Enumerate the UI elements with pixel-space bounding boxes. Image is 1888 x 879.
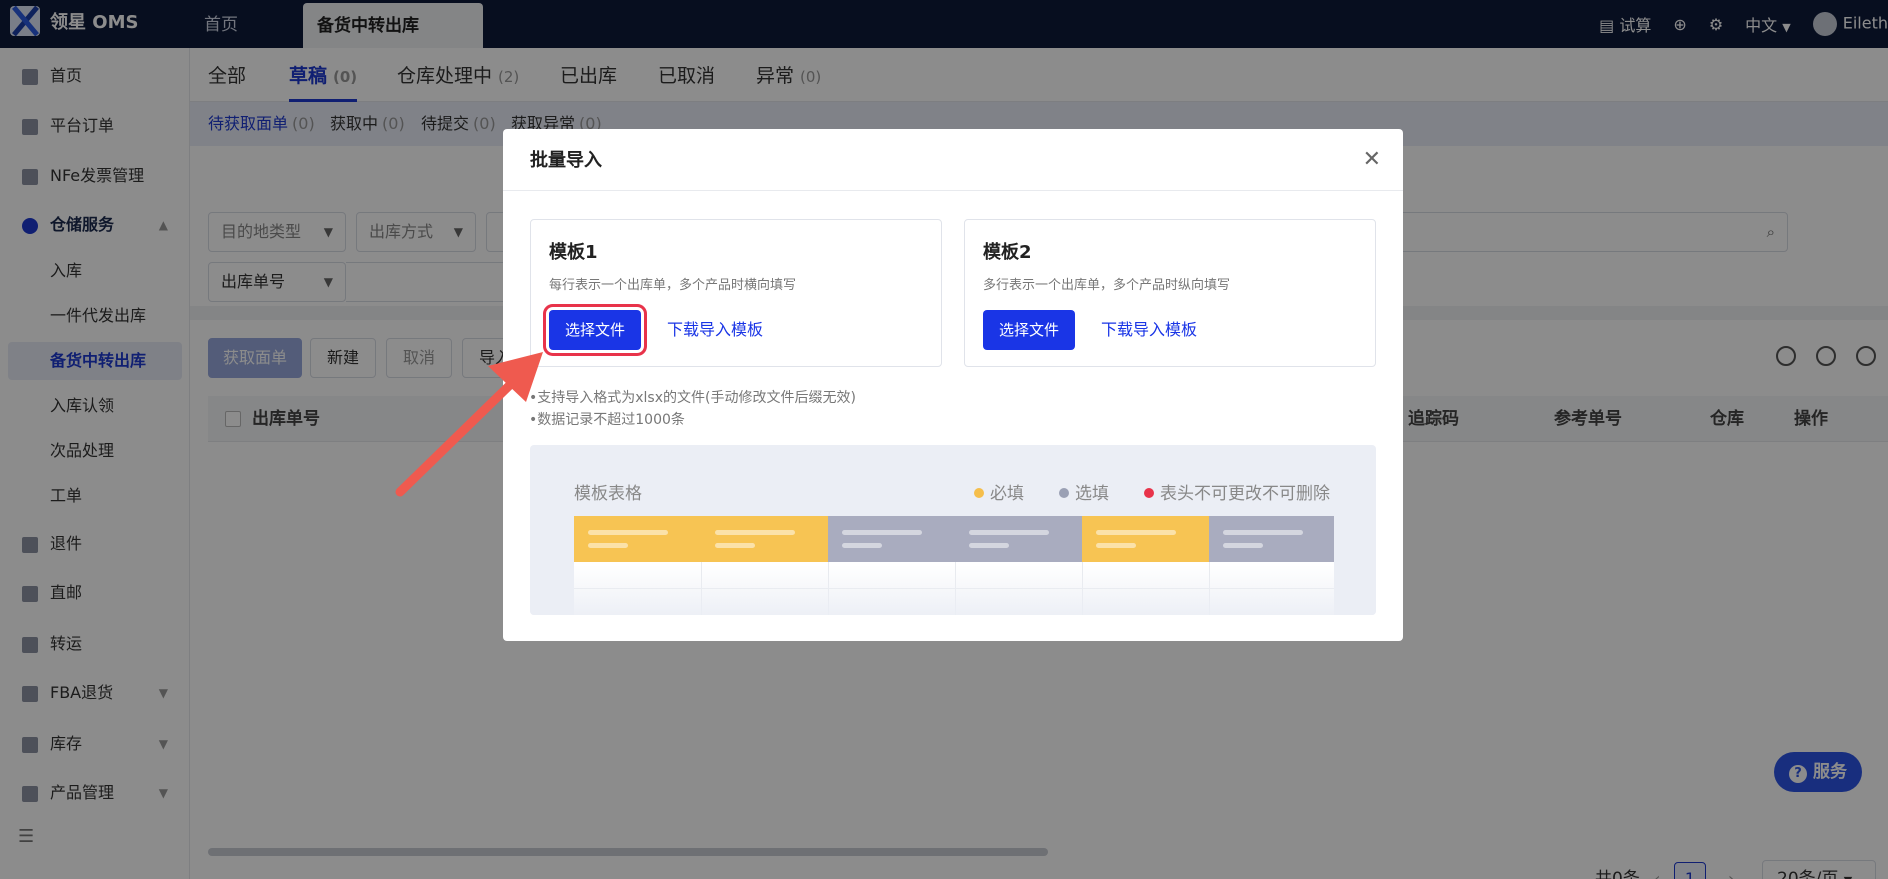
annotation-arrow xyxy=(395,352,543,497)
